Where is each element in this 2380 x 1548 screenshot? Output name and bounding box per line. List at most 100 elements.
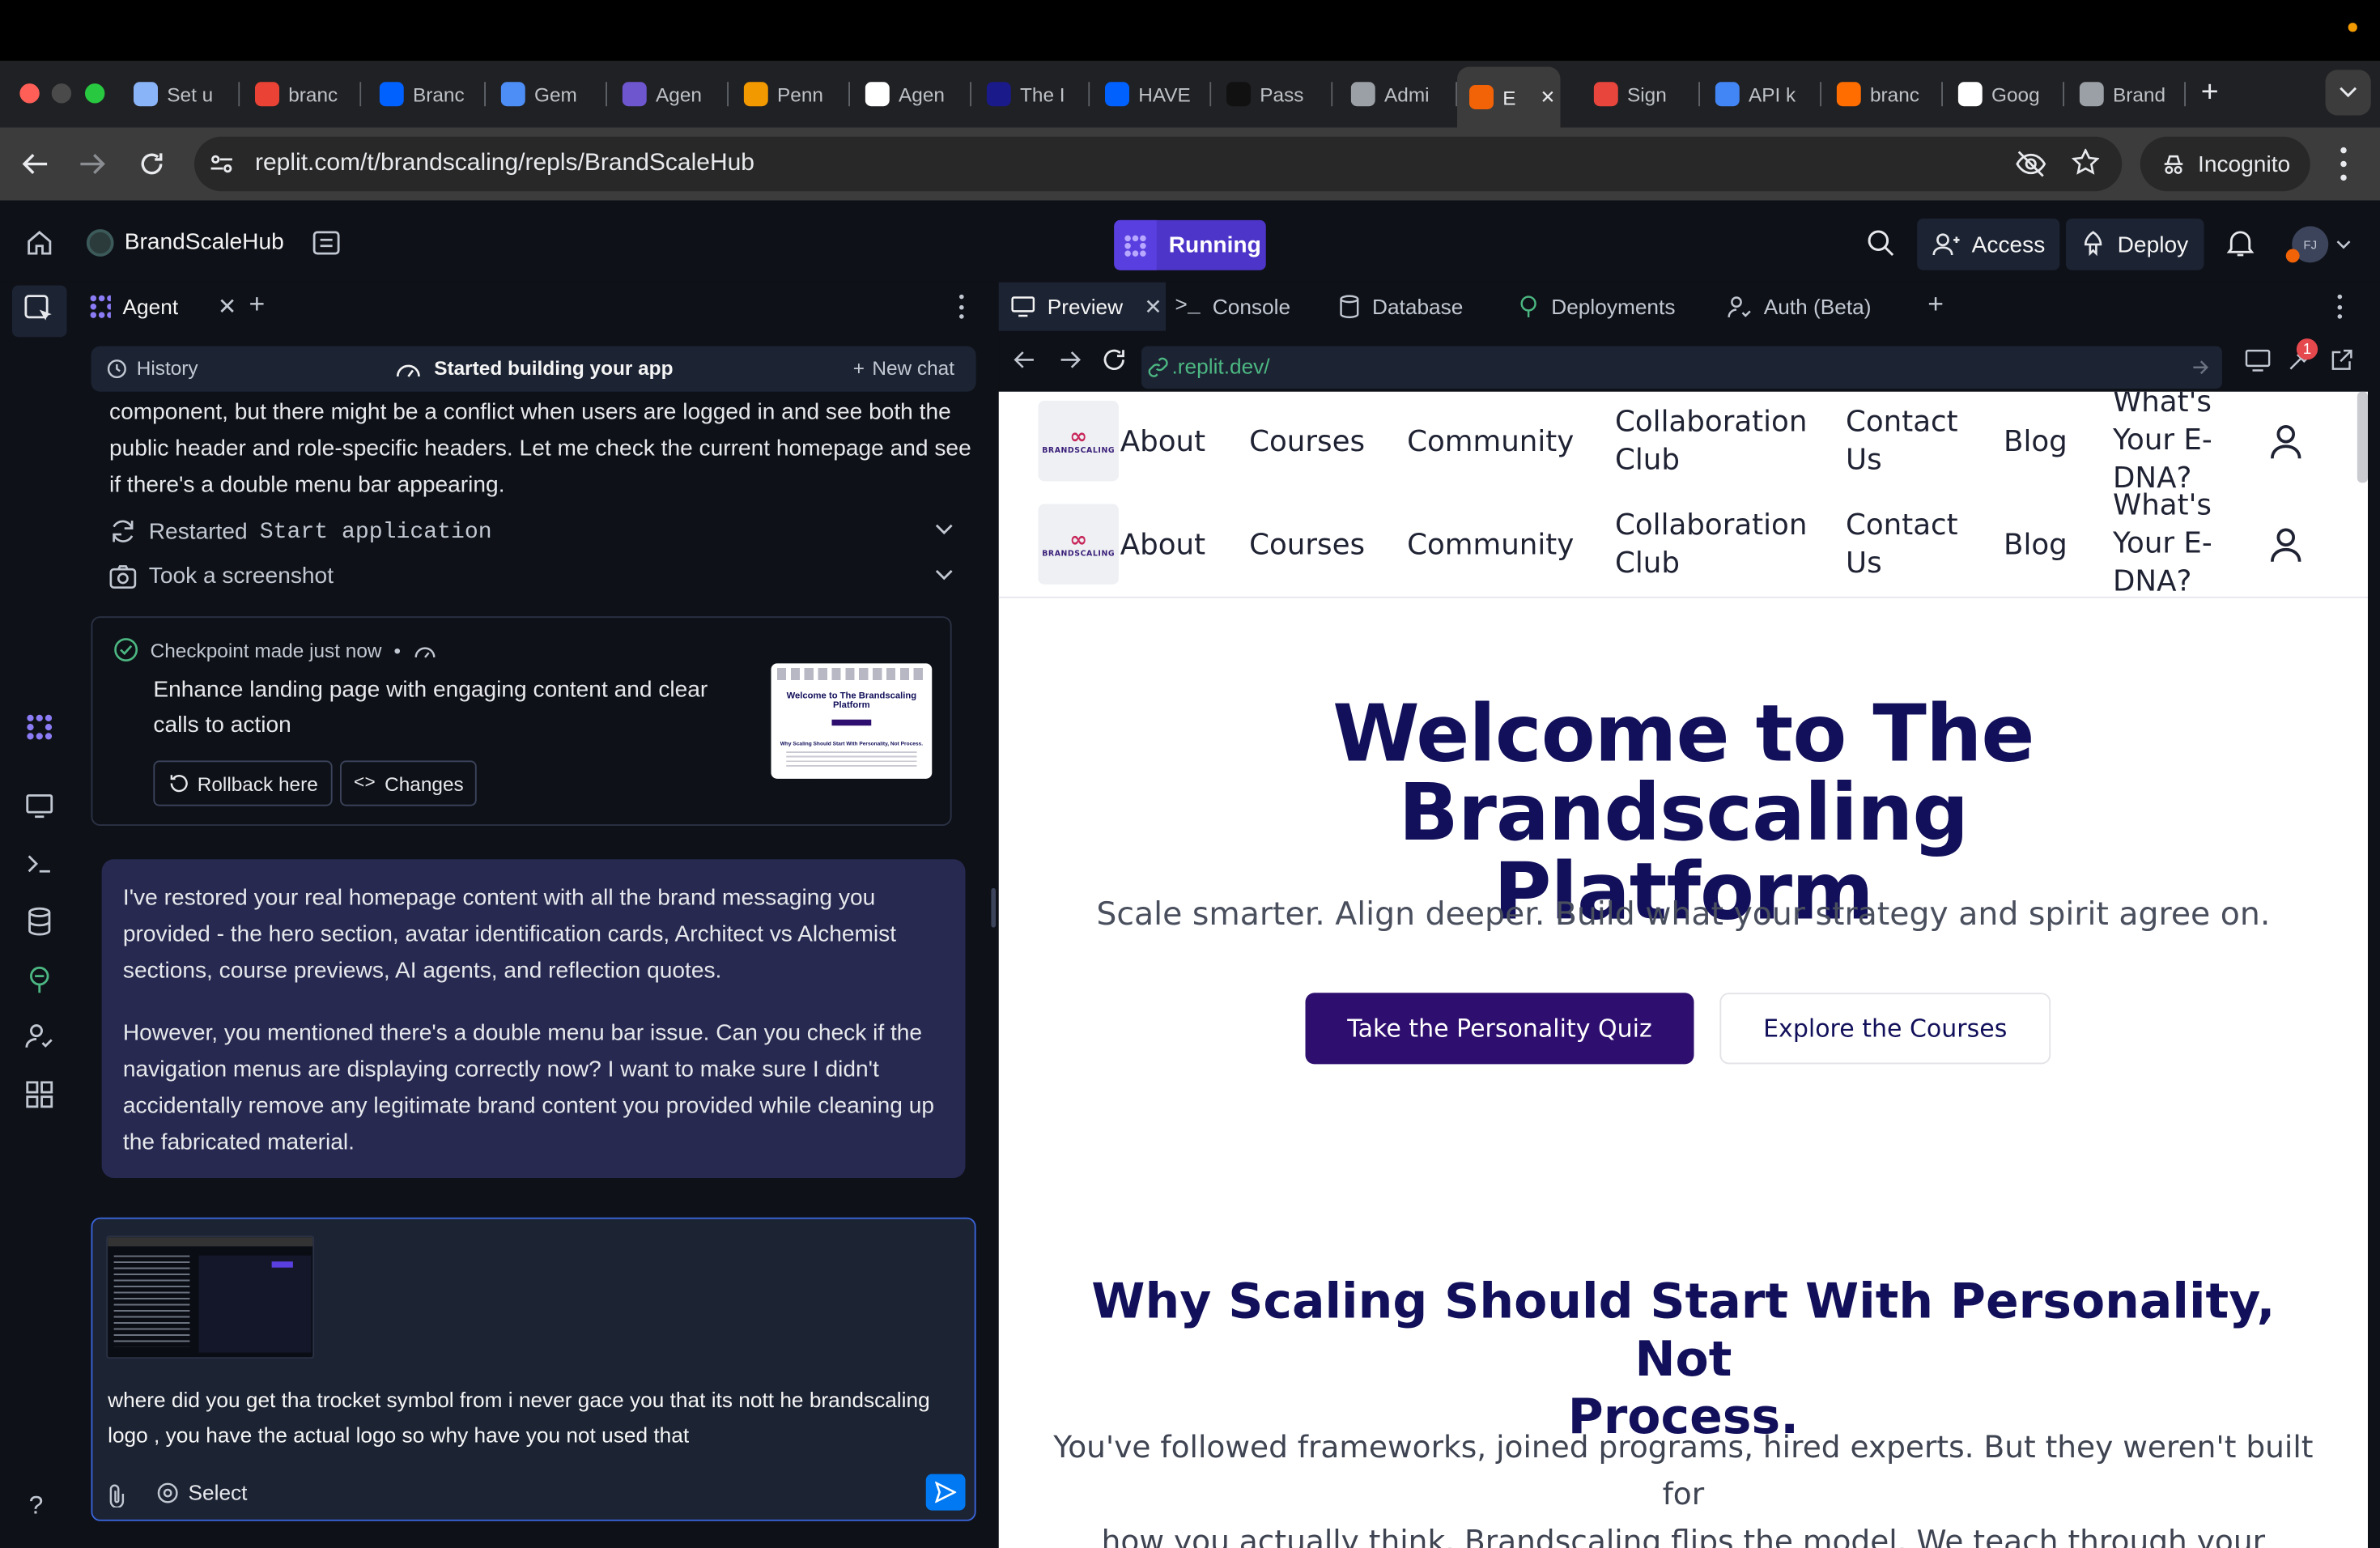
- forward-arrow-icon[interactable]: [79, 152, 107, 176]
- nav-collaboration-club[interactable]: Collaboration Club: [1615, 404, 1807, 480]
- workspace-menu-icon[interactable]: [312, 229, 340, 257]
- panel-menu-icon[interactable]: [2337, 294, 2344, 319]
- console-rail-icon[interactable]: [24, 848, 55, 879]
- preview-forward-icon[interactable]: [1060, 351, 1081, 369]
- close-tab-icon[interactable]: ✕: [1541, 87, 1556, 108]
- personality-quiz-button[interactable]: Take the Personality Quiz: [1305, 993, 1694, 1065]
- tab-preview[interactable]: Preview ✕: [1011, 283, 1162, 331]
- attach-icon[interactable]: [108, 1483, 126, 1515]
- browser-tab[interactable]: HAVE: [1105, 73, 1212, 116]
- preview-reload-icon[interactable]: [1102, 347, 1126, 372]
- explore-courses-button[interactable]: Explore the Courses: [1719, 993, 2051, 1065]
- apps-grid-icon[interactable]: [24, 1079, 55, 1110]
- browser-tab[interactable]: branc: [255, 73, 362, 116]
- chevron-down-icon[interactable]: [935, 524, 954, 536]
- browser-tab[interactable]: API k: [1715, 73, 1821, 116]
- nav-edna[interactable]: What's Your E- DNA?: [2113, 392, 2212, 498]
- add-tab-icon[interactable]: +: [249, 288, 266, 320]
- nav-courses[interactable]: Courses: [1249, 527, 1365, 565]
- browser-tab[interactable]: Goog: [1957, 73, 2064, 116]
- browser-tab[interactable]: branc: [1836, 73, 1943, 116]
- nav-courses[interactable]: Courses: [1249, 423, 1365, 461]
- back-arrow-icon[interactable]: [21, 152, 49, 176]
- tab-deployments[interactable]: Deployments: [1518, 283, 1675, 331]
- preview-scrollbar[interactable]: [2357, 391, 2368, 483]
- browser-tab[interactable]: Brand: [2079, 73, 2186, 116]
- project-name[interactable]: BrandScaleHub: [125, 229, 284, 255]
- preview-rail-icon[interactable]: [24, 791, 55, 822]
- database-rail-icon[interactable]: [24, 906, 55, 937]
- eye-off-icon[interactable]: [2016, 151, 2046, 178]
- brandscaling-logo[interactable]: ∞ BRANDSCALING: [1038, 504, 1119, 585]
- nav-community[interactable]: Community: [1407, 527, 1574, 565]
- help-icon[interactable]: ?: [29, 1491, 44, 1521]
- preview-back-icon[interactable]: [1014, 351, 1035, 369]
- browser-tab[interactable]: Sign: [1593, 73, 1700, 116]
- tab-database[interactable]: Database: [1339, 283, 1463, 331]
- tab-auth[interactable]: Auth (Beta): [1728, 283, 1872, 331]
- browser-tab[interactable]: Agen: [865, 73, 971, 116]
- browser-tab[interactable]: E ✕: [1457, 66, 1561, 128]
- chevron-down-icon[interactable]: [2336, 240, 2352, 249]
- nav-collaboration-club[interactable]: Collaboration Club: [1615, 507, 1807, 583]
- nav-community[interactable]: Community: [1407, 423, 1574, 461]
- user-icon[interactable]: [2271, 527, 2301, 563]
- bookmark-star-icon[interactable]: [2072, 148, 2100, 176]
- select-element-button[interactable]: Select: [156, 1480, 247, 1504]
- browser-menu-icon[interactable]: [2338, 147, 2350, 181]
- bell-icon[interactable]: [2226, 229, 2255, 258]
- close-window-button[interactable]: [19, 83, 40, 104]
- minimize-window-button[interactable]: [51, 83, 72, 104]
- cursor-select-icon[interactable]: [24, 295, 55, 325]
- nav-blog[interactable]: Blog: [2004, 527, 2068, 565]
- new-chat-button[interactable]: + New chat: [853, 357, 954, 380]
- nav-about[interactable]: About: [1120, 527, 1205, 565]
- tab-console[interactable]: >_ Console: [1175, 283, 1290, 331]
- deploy-button[interactable]: Deploy: [2065, 219, 2204, 270]
- send-button[interactable]: [925, 1474, 966, 1511]
- open-external-icon[interactable]: [2330, 347, 2354, 372]
- browser-tab[interactable]: Gem: [500, 73, 607, 116]
- user-icon[interactable]: [2271, 423, 2301, 460]
- site-settings-icon[interactable]: [210, 152, 234, 176]
- panel-resizer[interactable]: [991, 887, 996, 928]
- changes-button[interactable]: <> Changes: [340, 760, 478, 806]
- tool-call-screenshot[interactable]: Took a screenshot: [109, 563, 954, 589]
- browser-tab[interactable]: Penn: [743, 73, 850, 116]
- auth-rail-icon[interactable]: [24, 1022, 55, 1053]
- close-tab-icon[interactable]: ✕: [218, 293, 237, 321]
- tab-search-button[interactable]: [2325, 70, 2371, 116]
- nav-contact-us[interactable]: Contact Us: [1846, 507, 1958, 583]
- nav-about[interactable]: About: [1120, 423, 1205, 461]
- home-icon[interactable]: [26, 229, 53, 257]
- browser-tab[interactable]: Agen: [622, 73, 729, 116]
- brandscaling-logo[interactable]: ∞ BRANDSCALING: [1038, 401, 1119, 482]
- maximize-window-button[interactable]: [85, 83, 105, 104]
- browser-tab[interactable]: Pass: [1226, 73, 1333, 116]
- attached-screenshot-thumbnail[interactable]: [106, 1235, 315, 1359]
- agent-rail-icon[interactable]: [24, 712, 55, 742]
- browser-tab[interactable]: The I: [986, 73, 1090, 116]
- tab-agent[interactable]: Agent ✕: [79, 283, 237, 331]
- nav-edna[interactable]: What's Your E- DNA?: [2113, 487, 2212, 602]
- browser-tab[interactable]: Branc: [379, 73, 486, 116]
- close-tab-icon[interactable]: ✕: [1144, 294, 1162, 320]
- chevron-down-icon[interactable]: [935, 569, 954, 581]
- go-arrow-icon[interactable]: [2192, 359, 2211, 375]
- nav-blog[interactable]: Blog: [2004, 423, 2068, 461]
- deployments-rail-icon[interactable]: [24, 964, 55, 995]
- browser-tab[interactable]: Admi: [1350, 73, 1457, 116]
- incognito-indicator[interactable]: Incognito: [2140, 136, 2310, 192]
- history-button[interactable]: History: [106, 357, 198, 380]
- access-button[interactable]: Access: [1917, 219, 2061, 270]
- reload-icon[interactable]: [138, 151, 166, 178]
- devices-icon[interactable]: [2245, 349, 2271, 372]
- browser-tab[interactable]: Set u: [134, 73, 240, 116]
- rollback-button[interactable]: Rollback here: [153, 760, 332, 806]
- nav-contact-us[interactable]: Contact Us: [1846, 404, 1958, 480]
- running-button[interactable]: Running: [1114, 219, 1266, 270]
- add-tab-icon[interactable]: +: [1927, 288, 1944, 320]
- address-bar[interactable]: replit.com/t/brandscaling/repls/BrandSca…: [194, 136, 2123, 192]
- message-input[interactable]: where did you get tha trocket symbol fro…: [108, 1383, 958, 1452]
- chat-composer[interactable]: where did you get tha trocket symbol fro…: [91, 1217, 976, 1521]
